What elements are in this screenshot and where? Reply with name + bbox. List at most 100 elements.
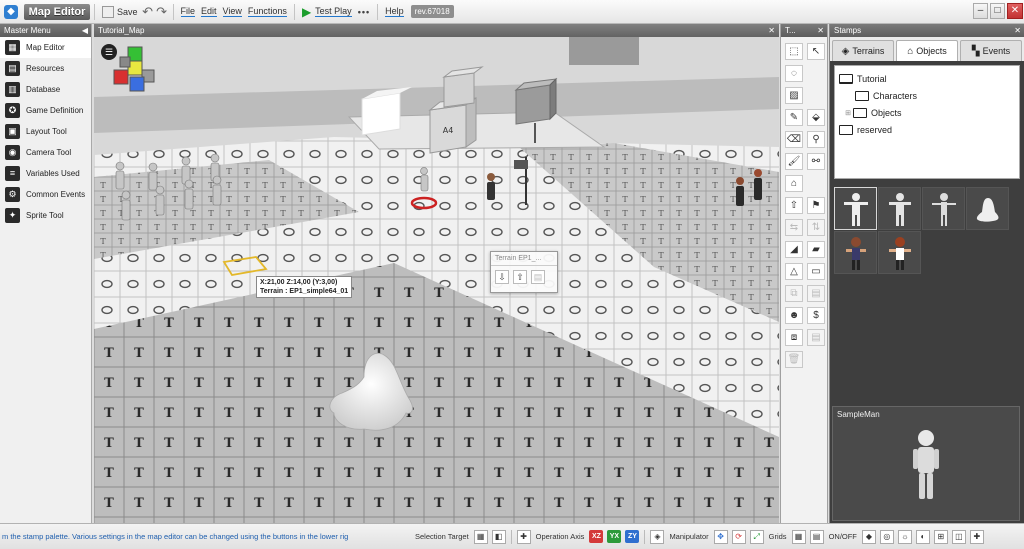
lighting-button[interactable]: ☼: [897, 529, 912, 544]
link-tool-icon[interactable]: ⚯: [807, 153, 825, 170]
triangle-tool-icon[interactable]: △: [785, 263, 803, 280]
view-cube-button[interactable]: ◆: [861, 529, 876, 544]
tree-item-tutorial[interactable]: Tutorial: [835, 70, 1019, 87]
close-button[interactable]: ✕: [1007, 3, 1023, 19]
more-button[interactable]: •••: [355, 3, 373, 21]
master-menu-item-database[interactable]: ▥ Database: [0, 79, 91, 100]
menu-file[interactable]: File: [178, 3, 199, 21]
box-tool-icon[interactable]: ▨: [785, 87, 803, 104]
duplicate-tool-icon[interactable]: ⧈: [785, 329, 803, 346]
viewport-close-icon[interactable]: ✕: [768, 24, 775, 37]
master-menu-header: Master Menu ◀: [0, 24, 91, 37]
grid-toggle-button[interactable]: ▤: [809, 529, 824, 544]
manipulator-scale-button[interactable]: ⤢: [749, 529, 764, 544]
collapse-icon[interactable]: ◀: [82, 24, 88, 37]
viewport-tab[interactable]: Tutorial_Map ✕: [94, 24, 779, 37]
selection-target-label: Selection Target: [415, 532, 469, 541]
delete-terrain-icon[interactable]: ▤: [531, 270, 545, 284]
stamps-close-icon[interactable]: ✕: [1014, 24, 1021, 37]
pin-tool-icon[interactable]: ⚑: [807, 197, 825, 214]
stamp-thumb-character-a[interactable]: [834, 231, 877, 274]
bucket-tool-icon[interactable]: ⬙: [807, 109, 825, 126]
place-terrain-icon[interactable]: ⇩: [495, 270, 509, 284]
master-menu-item-camera-tool[interactable]: ◉ Camera Tool: [0, 142, 91, 163]
axis-yx-button[interactable]: YX: [607, 530, 622, 543]
tools-close-icon[interactable]: ✕: [817, 24, 824, 37]
maximize-icon: □: [994, 5, 1001, 16]
menu-view[interactable]: View: [220, 3, 245, 21]
viewport-menu-icon[interactable]: ☰: [101, 44, 117, 60]
minimize-button[interactable]: ‒: [973, 3, 988, 19]
view-angle-button[interactable]: ◐: [915, 529, 930, 544]
grids-button[interactable]: ▦: [791, 529, 806, 544]
master-menu-item-map-editor[interactable]: ▦ Map Editor: [0, 37, 91, 58]
eyedropper-tool-icon[interactable]: ⚲: [807, 131, 825, 148]
house-tool-icon[interactable]: ⌂: [785, 175, 803, 192]
stamp-thumb-mannequin-tpose[interactable]: [834, 187, 877, 230]
copy-tool-icon[interactable]: ⧉: [785, 285, 803, 302]
axis-xz-button[interactable]: XZ: [589, 530, 604, 543]
axis-zy-button[interactable]: ZY: [625, 530, 640, 543]
expand-icon[interactable]: ⊞: [844, 109, 852, 117]
camera-mode-button[interactable]: ◎: [879, 529, 894, 544]
manipulator-move-button[interactable]: ✥: [713, 529, 728, 544]
slope-tool-icon[interactable]: ◢: [785, 241, 803, 258]
on-off-label: ON/OFF: [828, 532, 857, 541]
paste2-tool-icon[interactable]: ▤: [807, 329, 825, 346]
eraser-tool-icon[interactable]: ⌫: [785, 131, 803, 148]
tab-terrains[interactable]: ◈ Terrains: [832, 40, 894, 61]
selection-target-button-2[interactable]: ◧: [491, 529, 506, 544]
test-play-button[interactable]: ▶ Test Play: [299, 3, 355, 21]
master-menu-item-game-definition[interactable]: ✪ Game Definition: [0, 100, 91, 121]
stamp-thumb-ghost[interactable]: [966, 187, 1009, 230]
layer-button[interactable]: ◫: [951, 529, 966, 544]
stamp-thumb-mannequin-c[interactable]: [922, 187, 965, 230]
menu-help[interactable]: Help: [382, 3, 407, 21]
paste-tool-icon[interactable]: ▤: [807, 285, 825, 302]
tab-objects[interactable]: ⌂ Objects: [896, 40, 958, 61]
sprite-icon: ✦: [5, 208, 20, 223]
menu-functions[interactable]: Functions: [245, 3, 290, 21]
tab-events[interactable]: ▚ Events: [960, 40, 1022, 61]
stamp-thumb-character-b[interactable]: [878, 231, 921, 274]
scene-3d-view[interactable]: T T: [94, 37, 779, 523]
raise-terrain-icon[interactable]: ⇧: [513, 270, 527, 284]
lasso-tool-icon[interactable]: ◌: [785, 65, 803, 82]
selection-target-button[interactable]: ▦: [473, 529, 488, 544]
tree-item-label: Characters: [873, 90, 918, 101]
flip-v-tool-icon[interactable]: ⇅: [807, 219, 825, 236]
coin-tool-icon[interactable]: $: [807, 307, 825, 324]
pencil-tool-icon[interactable]: ✎: [785, 109, 803, 126]
grid-snap-button[interactable]: ⊞: [933, 529, 948, 544]
master-menu-item-sprite-tool[interactable]: ✦ Sprite Tool: [0, 205, 91, 226]
undo-icon[interactable]: ↶: [141, 4, 155, 19]
master-menu-item-resources[interactable]: ▤ Resources: [0, 58, 91, 79]
stamp-thumb-mannequin-b[interactable]: [878, 187, 921, 230]
house-icon: ⌂: [907, 45, 914, 57]
map-viewport[interactable]: Tutorial_Map ✕ T T: [94, 24, 779, 523]
master-menu-item-label: Database: [26, 85, 61, 94]
raise-tool-icon[interactable]: ⇧: [785, 197, 803, 214]
menu-edit[interactable]: Edit: [198, 3, 220, 21]
flip-h-tool-icon[interactable]: ⇆: [785, 219, 803, 236]
ramp-tool-icon[interactable]: ▰: [807, 241, 825, 258]
tree-item-characters[interactable]: Characters: [835, 87, 1019, 104]
database-icon: ▥: [5, 82, 20, 97]
save-button[interactable]: Save: [99, 3, 141, 21]
paint-tool-icon[interactable]: 🖌: [785, 153, 803, 170]
select-tool-icon[interactable]: ⬚: [785, 43, 803, 60]
redo-icon[interactable]: ↷: [155, 4, 169, 19]
character-tool-icon[interactable]: ☻: [785, 307, 803, 324]
add-button[interactable]: ✚: [969, 529, 984, 544]
tree-item-reserved[interactable]: reserved: [835, 121, 1019, 138]
manipulator-rotate-button[interactable]: ⟳: [731, 529, 746, 544]
stamp-preview: SampleMan: [832, 406, 1020, 521]
wall-tool-icon[interactable]: ▭: [807, 263, 825, 280]
pointer-tool-icon[interactable]: ↖: [807, 43, 825, 60]
master-menu-item-layout-tool[interactable]: ▣ Layout Tool: [0, 121, 91, 142]
master-menu-item-variables-used[interactable]: ≡ Variables Used: [0, 163, 91, 184]
tree-item-objects[interactable]: ⊞ Objects: [835, 104, 1019, 121]
trash-tool-icon[interactable]: 🗑: [785, 351, 803, 368]
maximize-button[interactable]: □: [990, 3, 1005, 19]
master-menu-item-common-events[interactable]: ⚙ Common Events: [0, 184, 91, 205]
